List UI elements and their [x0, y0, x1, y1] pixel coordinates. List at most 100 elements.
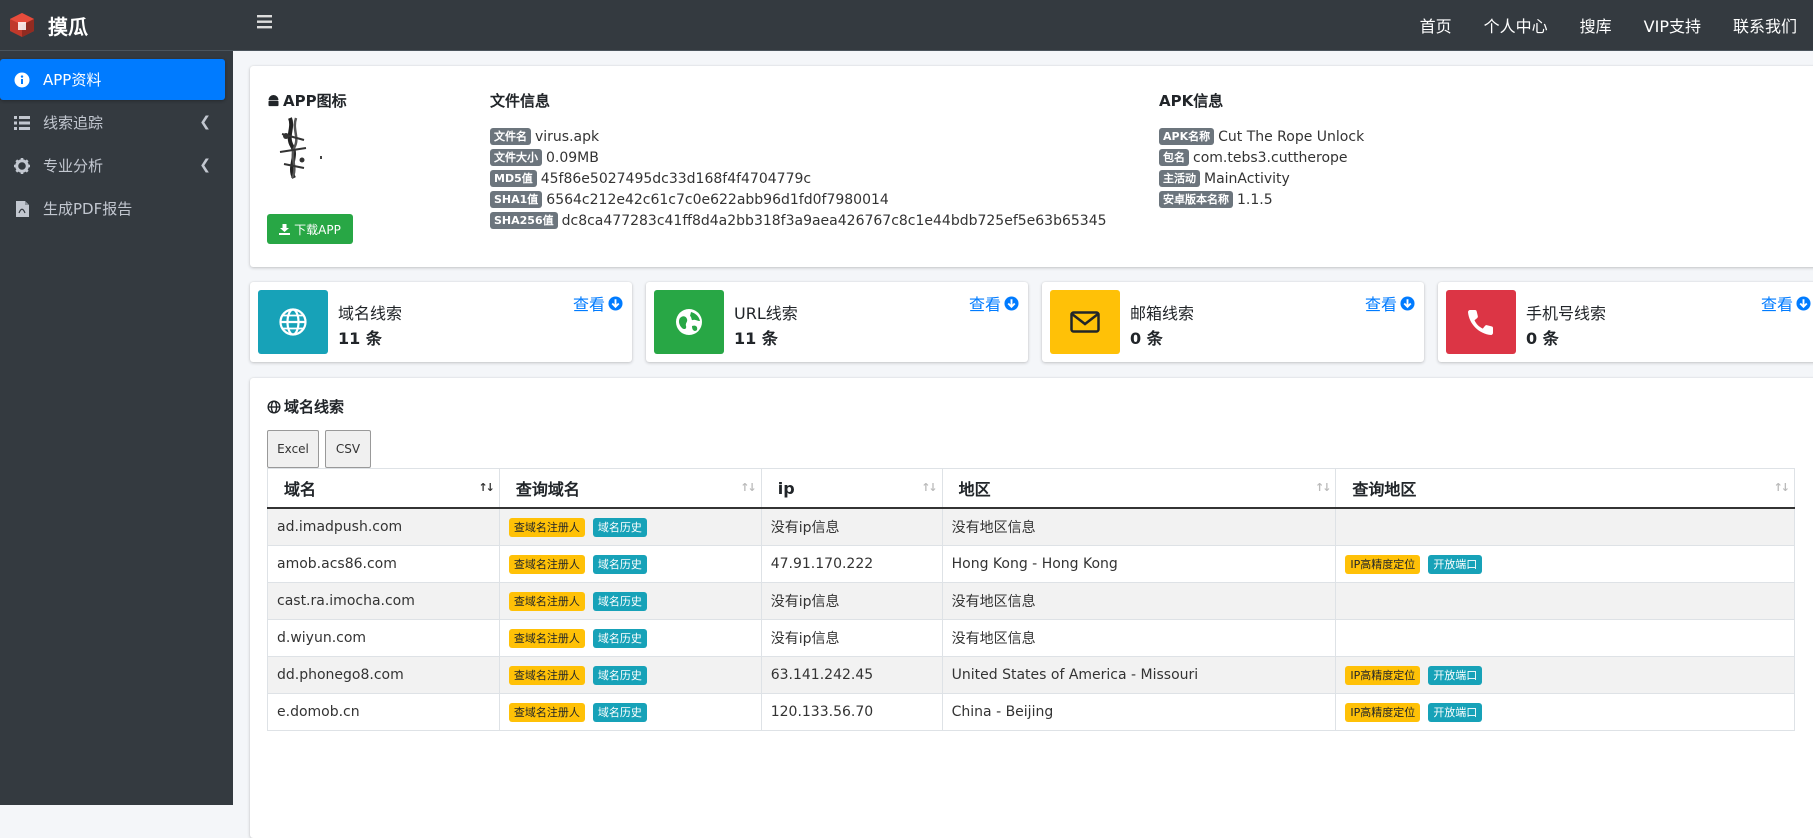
view-email-link[interactable]: 查看	[1365, 291, 1415, 315]
column-header-query-domain[interactable]: 查询域名 ↑↓	[498, 468, 762, 509]
app-icon-title: APP图标	[267, 90, 347, 111]
query-registrant-badge[interactable]: 查域名注册人	[508, 591, 585, 611]
export-excel-button[interactable]: Excel	[267, 430, 319, 468]
app-icon-image	[279, 117, 322, 179]
open-ports-badge[interactable]: 开放端口	[1428, 702, 1483, 722]
sidebar-item-label: 生成PDF报告	[43, 200, 133, 218]
view-phone-link[interactable]: 查看	[1761, 291, 1811, 315]
nav-links: 首页 个人中心 搜库 VIP支持 联系我们	[1404, 0, 1813, 50]
column-header-label: 查询域名	[515, 480, 580, 499]
chevron-left-icon: ❮	[199, 157, 211, 173]
sidebar-item-pro-analysis[interactable]: 专业分析 ❮	[0, 145, 225, 186]
open-ports-badge[interactable]: 开放端口	[1428, 665, 1483, 685]
domain-history-badge[interactable]: 域名历史	[592, 628, 647, 648]
sort-icon: ↑↓	[921, 481, 938, 494]
info-box-label: 域名线索	[338, 304, 403, 323]
info-box-domain: 域名线索 11 条 查看	[250, 282, 632, 362]
app-info-card: APP图标 下载APP 文件信息 文件名 virus.apk 文件大小 0.09MB…	[250, 66, 1813, 267]
file-info-tag: MD5值	[490, 170, 537, 187]
file-info-tag: 文件大小	[490, 149, 542, 166]
view-url-link[interactable]: 查看	[969, 291, 1019, 315]
query-registrant-badge[interactable]: 查域名注册人	[508, 628, 585, 648]
column-header-query-region[interactable]: 查询地区 ↑↓	[1335, 468, 1795, 509]
domain-history-badge[interactable]: 域名历史	[592, 591, 647, 611]
file-info-tag: SHA256值	[490, 212, 558, 229]
query-registrant-badge[interactable]: 查域名注册人	[508, 554, 585, 574]
nav-link-profile[interactable]: 个人中心	[1468, 13, 1564, 37]
download-app-label: 下载APP	[294, 222, 341, 237]
cell-query-region	[1335, 582, 1795, 620]
domain-history-badge[interactable]: 域名历史	[592, 554, 647, 574]
info-box-label: 手机号线索	[1526, 304, 1607, 323]
apk-info-value: 1.1.5	[1237, 191, 1273, 208]
file-info-value: dc8ca477283c41ff8d4a2bb318f3a9aea426767c…	[561, 212, 1107, 229]
download-app-button[interactable]: 下载APP	[267, 214, 353, 244]
apk-info-tag: 安卓版本名称	[1159, 191, 1233, 208]
info-box-count: 0 条	[1130, 329, 1163, 348]
file-info-title: 文件信息	[490, 92, 551, 110]
hamburger-menu-icon[interactable]	[257, 14, 273, 34]
file-info-value: 0.09MB	[546, 149, 599, 166]
envelope-icon	[1050, 290, 1120, 354]
file-info-tag: SHA1值	[490, 191, 543, 208]
nav-link-home[interactable]: 首页	[1404, 13, 1468, 37]
nav-link-search-db[interactable]: 搜库	[1564, 13, 1628, 37]
open-ports-badge[interactable]: 开放端口	[1428, 554, 1483, 574]
arrow-circle-down-icon	[608, 295, 623, 311]
info-box-url: URL线索 11 条 查看	[646, 282, 1028, 362]
file-info-value: virus.apk	[535, 128, 600, 145]
ip-locate-badge[interactable]: IP高精度定位	[1345, 554, 1421, 574]
android-icon	[268, 94, 279, 106]
domain-clues-card: 域名线索 Excel CSV 域名 ↑↓ 查询域名 ↑↓ ip ↑↓ 地区 ↑↓ 查询地…	[250, 378, 1813, 838]
query-registrant-badge[interactable]: 查域名注册人	[508, 517, 585, 537]
cell-domain: dd.phonego8.com	[267, 656, 500, 694]
brand-name: 摸瓜	[48, 14, 88, 39]
apk-info-title: APK信息	[1159, 92, 1224, 110]
info-box-email: 邮箱线索 0 条 查看	[1042, 282, 1424, 362]
export-csv-button[interactable]: CSV	[325, 430, 371, 468]
main-content: APP图标 下载APP 文件信息 文件名 virus.apk 文件大小 0.09MB…	[233, 51, 1813, 838]
cell-region: China - Beijing	[941, 693, 1337, 731]
column-header-label: 地区	[958, 480, 991, 499]
cell-domain: amob.acs86.com	[267, 545, 500, 583]
domain-history-badge[interactable]: 域名历史	[592, 702, 647, 722]
cell-region: 没有地区信息	[941, 619, 1337, 657]
cell-query-domain: 查域名注册人 域名历史	[498, 693, 762, 731]
brand-logo-icon	[10, 13, 34, 37]
column-header-ip[interactable]: ip ↑↓	[760, 468, 943, 509]
column-header-region[interactable]: 地区 ↑↓	[941, 468, 1337, 509]
cell-ip: 120.133.56.70	[760, 693, 943, 731]
sidebar-item-pdf-report[interactable]: 生成PDF报告	[0, 188, 225, 229]
file-info-row: SHA1值 6564c212e42c61c7c0e622abb96d1fd0f79…	[490, 191, 889, 208]
cell-query-region	[1335, 507, 1795, 546]
cell-query-domain: 查域名注册人 域名历史	[498, 545, 762, 583]
sort-icon: ↑↓	[740, 481, 757, 494]
view-domain-link[interactable]: 查看	[573, 291, 623, 315]
table-row: ad.imadpush.com 查域名注册人 域名历史 没有ip信息 没有地区信息	[267, 507, 1795, 546]
cell-query-region: IP高精度定位 开放端口	[1335, 545, 1795, 583]
sidebar-item-app-info[interactable]: APP资料	[0, 59, 225, 100]
column-header-domain[interactable]: 域名 ↑↓	[267, 468, 500, 509]
domain-history-badge[interactable]: 域名历史	[592, 517, 647, 537]
cell-region: Hong Kong - Hong Kong	[941, 545, 1337, 583]
nav-link-contact[interactable]: 联系我们	[1717, 13, 1813, 37]
query-registrant-badge[interactable]: 查域名注册人	[508, 702, 585, 722]
apk-info-row: 安卓版本名称 1.1.5	[1159, 191, 1273, 208]
cell-region: 没有地区信息	[941, 582, 1337, 620]
sidebar-item-clue-tracking[interactable]: 线索追踪 ❮	[0, 102, 225, 143]
brand[interactable]: 摸瓜	[0, 0, 233, 51]
cell-ip: 没有ip信息	[760, 582, 943, 620]
table-row: e.domob.cn 查域名注册人 域名历史 120.133.56.70 Chin…	[267, 693, 1795, 731]
cell-query-region: IP高精度定位 开放端口	[1335, 693, 1795, 731]
chevron-left-icon: ❮	[199, 114, 211, 130]
cell-domain: ad.imadpush.com	[267, 507, 500, 546]
ip-locate-badge[interactable]: IP高精度定位	[1345, 665, 1421, 685]
sidebar-item-label: APP资料	[43, 71, 102, 89]
cell-domain: cast.ra.imocha.com	[267, 582, 500, 620]
apk-info-row: 包名 com.tebs3.cuttherope	[1159, 149, 1348, 166]
query-registrant-badge[interactable]: 查域名注册人	[508, 665, 585, 685]
domain-history-badge[interactable]: 域名历史	[592, 665, 647, 685]
ip-locate-badge[interactable]: IP高精度定位	[1345, 702, 1421, 722]
nav-link-vip-support[interactable]: VIP支持	[1628, 13, 1717, 37]
file-info-row: 文件大小 0.09MB	[490, 149, 599, 166]
